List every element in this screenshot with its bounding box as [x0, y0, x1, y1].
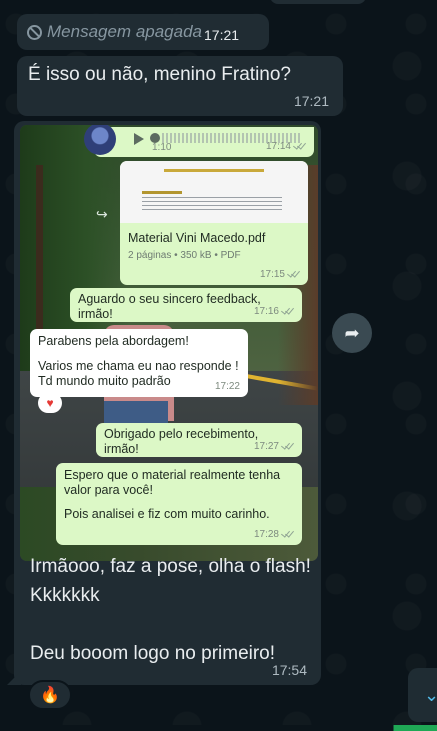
message-line: Varios me chama eu nao responde ! — [38, 359, 239, 373]
chevron-down-icon[interactable]: ⌄ — [408, 668, 437, 722]
share-icon[interactable]: ➦ — [332, 313, 372, 353]
message-time: 17:28 — [254, 527, 294, 542]
message-time: 17:21 — [204, 27, 240, 43]
message-line: Pois analisei e fiz com muito carinho. — [64, 507, 270, 521]
message-line: valor para você! — [64, 483, 153, 497]
ban-icon — [27, 24, 42, 40]
photo-caption: Irmãooo, faz a pose, olha o flash! Kkkkk… — [30, 552, 320, 668]
caption-line: Irmãooo, faz a pose, olha o flash! Kkkkk… — [30, 556, 311, 606]
message-text: É isso ou não, menino Fratino? — [28, 64, 291, 85]
avatar — [84, 125, 116, 155]
pdf-filename: Material Vini Macedo.pdf — [128, 231, 266, 245]
double-check-icon — [282, 529, 294, 537]
message-bubble[interactable]: É isso ou não, menino Fratino? 17:21 — [17, 56, 343, 116]
message-time: 17:21 — [293, 93, 329, 109]
pdf-thumbnail — [120, 161, 308, 223]
bottom-edge — [0, 725, 437, 731]
previous-message-edge — [270, 0, 366, 4]
message-line: Td mundo muito padrão — [38, 374, 171, 388]
play-icon — [134, 133, 144, 145]
photo-image[interactable]: 1:10 17:14 ↪ Material Vini Macedo.pdf 2 … — [20, 125, 318, 561]
double-check-icon — [282, 441, 294, 449]
double-check-icon — [282, 306, 294, 314]
embedded-sent-message: Espero que o material realmente tenha va… — [56, 463, 302, 545]
embedded-sent-message: Obrigado pelo recebimento, irmão! 17:27 — [96, 423, 302, 457]
audio-duration: 1:10 — [152, 142, 172, 153]
photo-message[interactable]: 1:10 17:14 ↪ Material Vini Macedo.pdf 2 … — [14, 121, 321, 685]
message-time: 17:14 — [266, 139, 306, 154]
double-check-icon — [288, 269, 300, 277]
message-line: Espero que o material realmente tenha — [64, 468, 281, 482]
message-line: Parabens pela abordagem! — [38, 334, 189, 348]
fire-reaction[interactable]: 🔥 — [28, 680, 72, 710]
heart-reaction: ♥ — [38, 393, 62, 413]
forward-icon: ↪ — [96, 206, 108, 222]
message-time: 17:16 — [254, 304, 294, 319]
photo-person-jeans — [104, 401, 168, 425]
embedded-pdf-message: ↪ Material Vini Macedo.pdf 2 páginas • 3… — [96, 161, 308, 285]
message-time: 17:15 — [260, 267, 300, 282]
embedded-sent-message: Aguardo o seu sincero feedback, irmão! 1… — [70, 288, 302, 322]
message-time: 17:54 — [271, 662, 307, 678]
double-check-icon — [294, 141, 306, 149]
embedded-received-message: Parabens pela abordagem! Varios me chama… — [30, 329, 248, 413]
message-time: 17:27 — [254, 439, 294, 454]
pdf-meta: 2 páginas • 350 kB • PDF — [128, 250, 241, 261]
embedded-audio-message: 1:10 17:14 — [84, 125, 314, 157]
deleted-label: Mensagem apagada — [47, 22, 203, 41]
message-time: 17:22 — [214, 381, 240, 392]
deleted-message[interactable]: Mensagem apagada 17:21 — [17, 14, 269, 50]
